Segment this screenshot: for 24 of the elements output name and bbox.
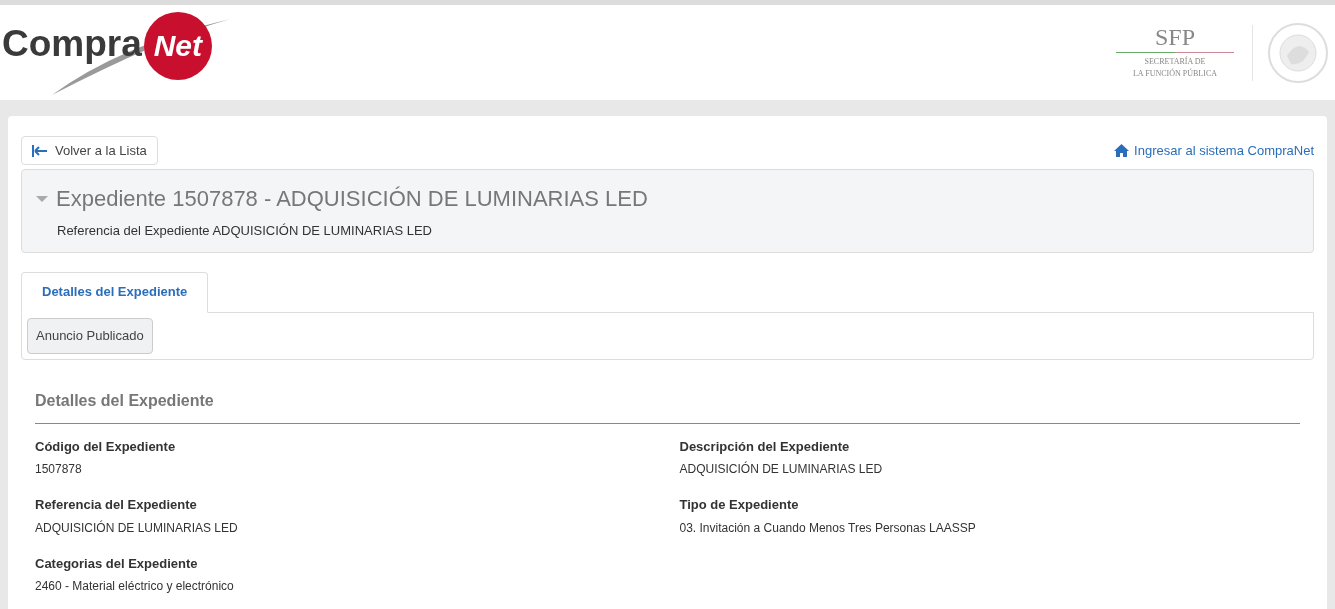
- field-value: 2460 - Material eléctrico y electrónico: [35, 578, 235, 595]
- field-label: Descripción del Expediente: [679, 437, 851, 456]
- login-link[interactable]: Ingresar al sistema CompraNet: [1114, 140, 1314, 161]
- agency-logo: SFP SECRETARÍA DE LA FUNCIÓN PÚBLICA: [1116, 25, 1234, 80]
- logo-accent: Net: [143, 11, 212, 80]
- logo-word: Compra: [2, 21, 142, 66]
- arrow-to-bar-icon: [32, 144, 48, 157]
- caret-down-icon[interactable]: [36, 193, 48, 204]
- expediente-subtitle: Referencia del Expediente ADQUISICIÓN DE LUMINARIAS LED: [57, 222, 433, 240]
- back-button[interactable]: Volver a la Lista: [21, 136, 158, 165]
- home-icon: [1114, 144, 1130, 157]
- field-label: Tipo de Expediente: [679, 496, 800, 514]
- field-label: Código del Expediente: [35, 437, 177, 456]
- field-value: ADQUISICIÓN DE LUMINARIAS LED: [679, 460, 884, 478]
- field-value: 1507878: [35, 461, 83, 478]
- field-value: 03. Invitación a Cuando Menos Tres Personas LAASSP: [679, 519, 977, 537]
- expediente-title: Expediente 1507878 - ADQUISICIÓN DE LUMINARIAS LED: [56, 185, 648, 213]
- field-value: ADQUISICIÓN DE LUMINARIAS LED: [35, 519, 239, 537]
- subtab-button[interactable]: Anuncio Publicado: [27, 317, 153, 354]
- seal-icon: [1267, 21, 1329, 84]
- field-label: Categorias del Expediente: [35, 554, 199, 573]
- section-title: Detalles del Expediente: [35, 390, 215, 411]
- tab[interactable]: Detalles del Expediente: [21, 271, 209, 313]
- field-label: Referencia del Expediente: [35, 496, 198, 514]
